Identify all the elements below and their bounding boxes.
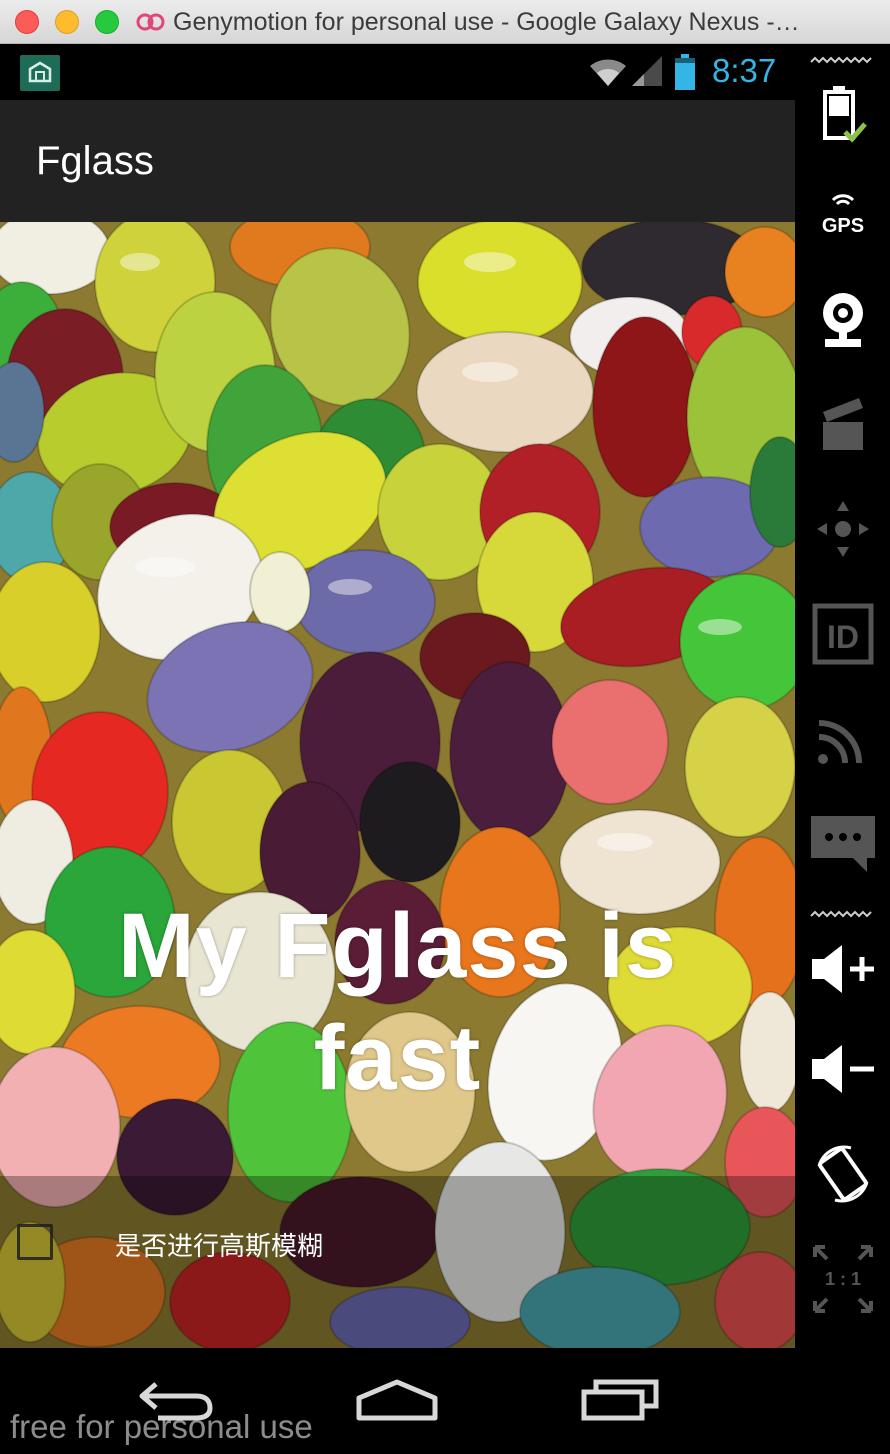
- volume-up-button[interactable]: [795, 934, 890, 1004]
- recent-apps-button[interactable]: [580, 1374, 660, 1422]
- volume-down-button[interactable]: [795, 1034, 890, 1104]
- network-tool-button[interactable]: [795, 704, 890, 774]
- personal-use-watermark: free for personal use: [10, 1408, 313, 1445]
- home-button[interactable]: [355, 1374, 439, 1422]
- dpad-tool-button[interactable]: [795, 494, 890, 564]
- toolbar-grip-middle: [810, 910, 872, 918]
- svg-text:GPS: GPS: [821, 215, 863, 237]
- pixel-perfect-button[interactable]: 1 : 1: [795, 1239, 890, 1319]
- sms-tool-button[interactable]: [795, 809, 890, 879]
- volume-down-icon: [811, 1045, 874, 1093]
- svg-text:1 : 1: 1 : 1: [824, 1269, 860, 1289]
- overlay-line-1: My Fglass is: [117, 895, 678, 997]
- id-icon: ID: [812, 603, 873, 665]
- gaussian-blur-label[interactable]: 是否进行高斯模糊: [115, 1226, 323, 1263]
- navigation-bar: free for personal use: [0, 1348, 795, 1454]
- blur-demo-text: My Fglass is fast: [40, 890, 755, 1114]
- wifi-icon: [590, 59, 626, 86]
- network-icon: [817, 720, 862, 764]
- action-bar: Fglass: [0, 100, 795, 222]
- close-window-button[interactable]: [15, 10, 39, 34]
- window-title: Genymotion for personal use - Google Gal…: [173, 8, 800, 36]
- clapperboard-icon: [822, 398, 863, 450]
- gaussian-blur-checkbox[interactable]: [17, 1224, 53, 1260]
- rotate-icon: [817, 1145, 868, 1203]
- webcam-tool-button[interactable]: [795, 284, 890, 354]
- minimize-window-button[interactable]: [55, 10, 79, 34]
- notification-app-icon: [20, 55, 60, 91]
- pixel-perfect-icon: 1 : 1: [812, 1245, 873, 1313]
- device-screen: 8:37 Fglass My Fglass is fast 是否进行高斯模糊 f…: [0, 44, 795, 1454]
- status-bar: 8:37: [0, 44, 795, 100]
- webcam-icon: [822, 293, 863, 347]
- volume-up-icon: [811, 945, 874, 993]
- svg-text:ID: ID: [827, 619, 859, 655]
- battery-tool-button[interactable]: [795, 82, 890, 148]
- gps-icon: GPS: [821, 194, 864, 237]
- window-titlebar: Genymotion for personal use - Google Gal…: [0, 0, 890, 44]
- cell-signal-icon: [632, 56, 662, 86]
- sms-icon: [810, 816, 875, 872]
- app-title: Fglass: [36, 139, 154, 183]
- genymotion-logo-icon: [136, 13, 165, 31]
- toolbar-grip-top: [810, 56, 872, 64]
- maximize-window-button[interactable]: [95, 10, 119, 34]
- status-clock: 8:37: [712, 52, 777, 89]
- battery-icon: [822, 86, 867, 143]
- gps-tool-button[interactable]: GPS: [795, 184, 890, 244]
- genymotion-toolbar: GPS ID 1: 1: [795, 44, 890, 1454]
- battery-status-icon: [675, 54, 695, 90]
- overlay-line-2: fast: [313, 1007, 482, 1109]
- screencast-tool-button[interactable]: [795, 389, 890, 459]
- device-id-tool-button[interactable]: ID: [795, 599, 890, 669]
- rotate-button[interactable]: [795, 1139, 890, 1209]
- content-area: My Fglass is fast 是否进行高斯模糊: [0, 222, 795, 1348]
- blur-options-panel: 是否进行高斯模糊: [0, 1176, 795, 1348]
- dpad-icon: [816, 501, 869, 557]
